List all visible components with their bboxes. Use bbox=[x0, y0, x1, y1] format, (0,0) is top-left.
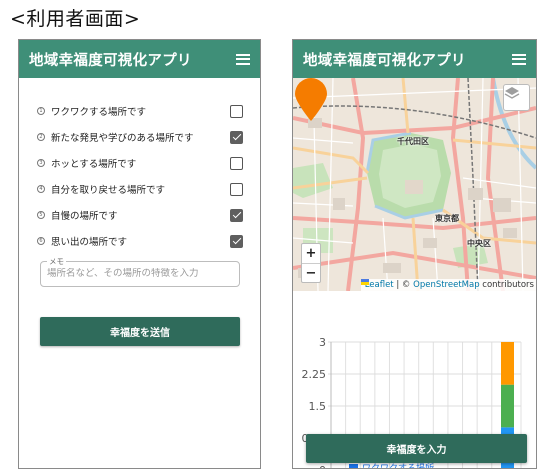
osm-link[interactable]: OpenStreetMap bbox=[413, 280, 479, 290]
app-bar: 地域幸福度可視化アプリ bbox=[19, 40, 260, 78]
happiness-checklist: 1 ワクワクする場所です 2 新たな発見や学びのある場所です 3 ホッとする場所です … bbox=[37, 98, 243, 254]
map-view[interactable]: 千代田区 東京都 中央区 + − Leaflet | © OpenStreetM… bbox=[293, 78, 536, 291]
checklist-item-label: 自分を取り戻せる場所です bbox=[51, 185, 166, 196]
map-tiles bbox=[293, 78, 536, 291]
hamburger-menu-icon[interactable] bbox=[236, 53, 250, 65]
checkbox[interactable] bbox=[230, 156, 243, 170]
page-heading: <利用者画面> bbox=[10, 8, 141, 30]
zoom-in-button[interactable]: + bbox=[302, 244, 320, 263]
checkbox[interactable] bbox=[230, 130, 243, 144]
item-number: 2 bbox=[37, 133, 45, 141]
location-marker-icon[interactable] bbox=[293, 78, 329, 122]
memo-input[interactable] bbox=[47, 268, 235, 279]
checklist-item: 1 ワクワクする場所です bbox=[37, 98, 243, 124]
checklist-item: 6 思い出の場所です bbox=[37, 228, 243, 254]
y-tick-label: 1.5 bbox=[309, 400, 327, 413]
memo-legend: メモ bbox=[47, 256, 66, 267]
map-label-chuo: 中央区 bbox=[467, 239, 491, 248]
app-title: 地域幸福度可視化アプリ bbox=[303, 52, 466, 69]
map-screen: 地域幸福度可視化アプリ 千代田区 東京都 中央区 + − Leaflet | ©… bbox=[292, 39, 537, 469]
y-tick-label: 2.25 bbox=[302, 368, 327, 381]
checklist-item: 5 自慢の場所です bbox=[37, 202, 243, 228]
input-happiness-button[interactable]: 幸福度を入力 bbox=[306, 434, 527, 463]
leaflet-link[interactable]: Leaflet bbox=[365, 280, 394, 290]
checklist-item: 3 ホッとする場所です bbox=[37, 150, 243, 176]
item-number: 1 bbox=[37, 107, 45, 115]
zoom-control: + − bbox=[301, 243, 321, 283]
checklist-item-label: 自慢の場所です bbox=[51, 211, 118, 222]
item-number: 6 bbox=[37, 237, 45, 245]
checkbox[interactable] bbox=[230, 104, 243, 118]
checkbox[interactable] bbox=[230, 234, 243, 248]
item-number: 4 bbox=[37, 185, 45, 193]
item-number: 5 bbox=[37, 211, 45, 219]
app-bar: 地域幸福度可視化アプリ bbox=[293, 40, 536, 78]
checklist-item-label: 新たな発見や学びのある場所です bbox=[51, 133, 194, 144]
checklist-item-label: 思い出の場所です bbox=[51, 237, 128, 248]
checkbox[interactable] bbox=[230, 182, 243, 196]
submit-happiness-button[interactable]: 幸福度を送信 bbox=[40, 317, 240, 346]
ukraine-flag-icon bbox=[360, 279, 369, 285]
checkbox[interactable] bbox=[230, 208, 243, 222]
hamburger-menu-icon[interactable] bbox=[512, 53, 526, 65]
y-tick-label: 0 bbox=[319, 464, 326, 469]
checklist-item: 4 自分を取り戻せる場所です bbox=[37, 176, 243, 202]
checklist-item-label: ワクワクする場所です bbox=[51, 107, 147, 118]
checklist-item-label: ホッとする場所です bbox=[51, 159, 137, 170]
map-attribution: Leaflet | © OpenStreetMap contributors bbox=[360, 279, 536, 291]
legend-swatch bbox=[349, 464, 358, 468]
map-label-chiyoda: 千代田区 bbox=[397, 137, 429, 146]
bar-segment[interactable] bbox=[501, 384, 514, 428]
checklist-item: 2 新たな発見や学びのある場所です bbox=[37, 124, 243, 150]
map-label-tokyo: 東京都 bbox=[435, 214, 459, 223]
y-tick-label: 3 bbox=[319, 336, 326, 349]
app-title: 地域幸福度可視化アプリ bbox=[29, 52, 192, 69]
memo-field[interactable]: メモ bbox=[40, 256, 240, 287]
zoom-out-button[interactable]: − bbox=[302, 263, 320, 282]
layers-icon[interactable] bbox=[503, 84, 530, 111]
item-number: 3 bbox=[37, 159, 45, 167]
user-form-screen: 地域幸福度可視化アプリ 1 ワクワクする場所です 2 新たな発見や学びのある場所です… bbox=[18, 39, 261, 469]
bar-segment[interactable] bbox=[501, 342, 514, 385]
